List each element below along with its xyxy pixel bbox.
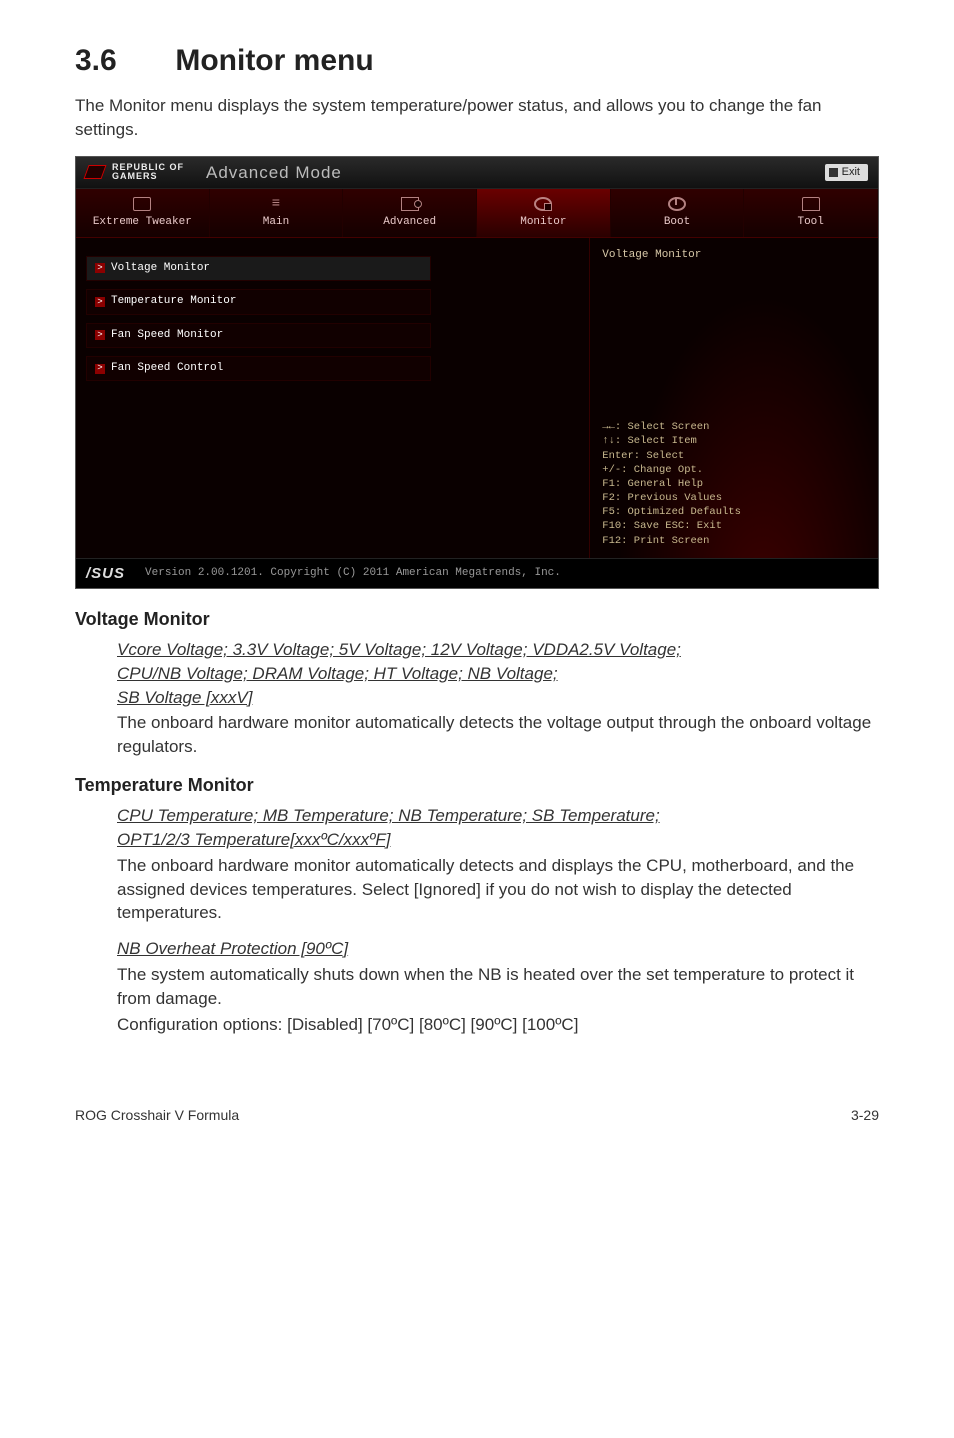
tab-label: Advanced — [383, 216, 436, 228]
bios-right-pane: Voltage Monitor →←: Select Screen ↑↓: Se… — [589, 238, 878, 558]
bios-footer: /SUS Version 2.00.1201. Copyright (C) 20… — [76, 558, 878, 588]
temp-body-2a: The system automatically shuts down when… — [117, 963, 879, 1011]
tab-extreme-tweaker[interactable]: Extreme Tweaker — [76, 189, 210, 236]
bios-screenshot: REPUBLIC OF GAMERS Advanced Mode Exit Ex… — [75, 156, 879, 589]
bios-version-text: Version 2.00.1201. Copyright (C) 2011 Am… — [145, 566, 561, 581]
bios-brand: REPUBLIC OF GAMERS Advanced Mode — [86, 161, 342, 185]
menu-item-fan-speed-monitor[interactable]: > Fan Speed Monitor — [86, 323, 431, 348]
asus-logo: /SUS — [86, 563, 125, 584]
voltage-line: SB Voltage [xxxV] — [117, 686, 879, 710]
boot-icon — [668, 197, 686, 211]
footer-page-number: 3-29 — [851, 1106, 879, 1126]
exit-label: Exit — [842, 165, 860, 180]
help-title: Voltage Monitor — [602, 248, 866, 263]
tab-boot[interactable]: Boot — [611, 189, 745, 236]
menu-item-temperature-monitor[interactable]: > Temperature Monitor — [86, 289, 431, 314]
bios-body: > Voltage Monitor > Temperature Monitor … — [76, 238, 878, 558]
menu-item-label: Fan Speed Control — [111, 361, 223, 376]
temp-body-2b: Configuration options: [Disabled] [70ºC]… — [117, 1013, 879, 1037]
section-title-text: Monitor menu — [175, 44, 373, 77]
tab-label: Tool — [797, 216, 823, 228]
temp-line: NB Overheat Protection [90ºC] — [117, 937, 879, 961]
footer-product: ROG Crosshair V Formula — [75, 1106, 239, 1126]
temperature-heading: Temperature Monitor — [75, 773, 879, 798]
help-line: Enter: Select — [602, 449, 866, 463]
menu-item-label: Fan Speed Monitor — [111, 328, 223, 343]
tab-main[interactable]: Main — [210, 189, 344, 236]
bios-mode-label: Advanced Mode — [206, 161, 342, 185]
tab-label: Monitor — [520, 216, 566, 228]
voltage-line: CPU/NB Voltage; DRAM Voltage; HT Voltage… — [117, 662, 879, 686]
tweaker-icon — [133, 197, 151, 211]
help-line: F2: Previous Values — [602, 491, 866, 505]
section-number: 3.6 — [75, 40, 167, 82]
chevron-right-icon: > — [95, 263, 105, 273]
temp-line: OPT1/2/3 Temperature[xxxºC/xxxºF] — [117, 828, 879, 852]
menu-item-label: Voltage Monitor — [111, 261, 210, 276]
temp-body-1: The onboard hardware monitor automatical… — [117, 854, 879, 925]
page-footer: ROG Crosshair V Formula 3-29 — [75, 1106, 879, 1126]
voltage-body: The onboard hardware monitor automatical… — [117, 711, 879, 759]
voltage-line: Vcore Voltage; 3.3V Voltage; 5V Voltage;… — [117, 638, 879, 662]
main-icon — [267, 197, 285, 211]
advanced-icon — [401, 197, 419, 211]
exit-button[interactable]: Exit — [825, 164, 868, 181]
help-line: ↑↓: Select Item — [602, 434, 866, 448]
bios-help-keys: →←: Select Screen ↑↓: Select Item Enter:… — [602, 420, 866, 548]
chevron-right-icon: > — [95, 364, 105, 374]
help-line: F10: Save ESC: Exit — [602, 519, 866, 533]
menu-item-fan-speed-control[interactable]: > Fan Speed Control — [86, 356, 431, 381]
tab-tool[interactable]: Tool — [744, 189, 878, 236]
help-line: +/-: Change Opt. — [602, 463, 866, 477]
brand-line2: GAMERS — [112, 172, 184, 181]
tool-icon — [802, 197, 820, 211]
help-line: F12: Print Screen — [602, 534, 866, 548]
menu-item-voltage-monitor[interactable]: > Voltage Monitor — [86, 256, 431, 281]
temp-line: CPU Temperature; MB Temperature; NB Temp… — [117, 804, 879, 828]
monitor-icon — [534, 197, 552, 211]
tab-monitor[interactable]: Monitor — [477, 189, 611, 236]
voltage-heading: Voltage Monitor — [75, 607, 879, 632]
bios-left-pane: > Voltage Monitor > Temperature Monitor … — [76, 238, 589, 558]
temperature-block-1: CPU Temperature; MB Temperature; NB Temp… — [117, 804, 879, 925]
tab-advanced[interactable]: Advanced — [343, 189, 477, 236]
tab-label: Extreme Tweaker — [93, 216, 192, 228]
rog-logo-icon — [83, 165, 106, 179]
tab-label: Boot — [664, 216, 690, 228]
help-line: F1: General Help — [602, 477, 866, 491]
help-line: →←: Select Screen — [602, 420, 866, 434]
bios-topbar: REPUBLIC OF GAMERS Advanced Mode Exit — [76, 157, 878, 190]
menu-item-label: Temperature Monitor — [111, 294, 236, 309]
bios-tab-row: Extreme Tweaker Main Advanced Monitor Bo… — [76, 189, 878, 237]
help-line: F5: Optimized Defaults — [602, 505, 866, 519]
chevron-right-icon: > — [95, 330, 105, 340]
intro-paragraph: The Monitor menu displays the system tem… — [75, 94, 879, 142]
tab-label: Main — [263, 216, 289, 228]
chevron-right-icon: > — [95, 297, 105, 307]
voltage-block: Vcore Voltage; 3.3V Voltage; 5V Voltage;… — [117, 638, 879, 759]
exit-icon — [829, 168, 838, 177]
section-heading: 3.6 Monitor menu — [75, 40, 879, 82]
temperature-block-2: NB Overheat Protection [90ºC] The system… — [117, 937, 879, 1036]
